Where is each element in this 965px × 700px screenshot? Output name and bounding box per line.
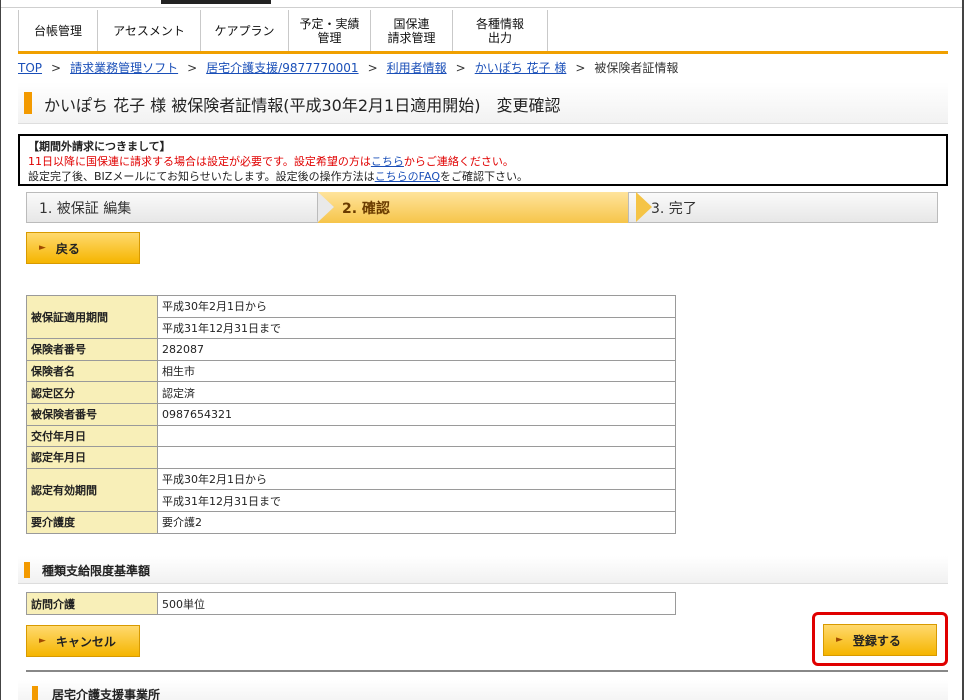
table-row: 保険者名 相生市 <box>26 359 676 383</box>
visit-care-value: 500単位 <box>157 592 676 615</box>
issue-date <box>157 424 676 448</box>
notice-text: をご確認下さい。 <box>440 170 528 183</box>
period-label: 被保証適用期間 <box>26 294 158 340</box>
notice-heading: 【期間外請求につきまして】 <box>28 140 171 153</box>
breadcrumb-sep: > <box>575 61 586 75</box>
valid-period-label: 認定有効期間 <box>26 467 158 512</box>
chevron-right-icon: ► <box>39 243 46 253</box>
section-marker <box>24 562 30 578</box>
insured-no: 0987654321 <box>157 402 676 426</box>
breadcrumb-office[interactable]: 居宅介護支援/9877770001 <box>206 61 358 75</box>
table-row: 被保証適用期間 平成30年2月1日から <box>26 294 676 340</box>
notice-line-1: 11日以降に国保連に請求する場合は設定が必要です。設定希望の方はこちらからご連絡… <box>28 154 938 169</box>
notice-line-2: 設定完了後、BIZメールにてお知らせいたします。設定後の操作方法はこちらのFAQ… <box>28 169 938 184</box>
step-arrow-icon <box>318 192 334 222</box>
insured-no-label: 被保険者番号 <box>26 402 158 426</box>
cancel-button[interactable]: ► キャンセル <box>26 625 140 657</box>
cert-class-label: 認定区分 <box>26 381 158 404</box>
menu-assessment[interactable]: アセスメント <box>98 10 201 51</box>
table-row: 訪問介護 500単位 <box>26 592 676 615</box>
breadcrumb-sep: > <box>51 61 62 75</box>
divider <box>26 670 948 672</box>
insurer-name: 相生市 <box>157 359 676 383</box>
limit-section-title: 種類支給限度基準額 <box>42 564 151 578</box>
period-to: 平成31年12月31日まで <box>157 316 676 340</box>
breadcrumb-current: 被保険者証情報 <box>594 61 679 75</box>
register-button-label: 登録する <box>852 633 901 648</box>
back-button[interactable]: ► 戻る <box>26 232 140 264</box>
insurer-name-label: 保険者名 <box>26 359 158 383</box>
table-row: 認定年月日 <box>26 446 676 469</box>
menu-schedule[interactable]: 予定・実績 管理 <box>289 10 371 51</box>
insurer-no-label: 保険者番号 <box>26 338 158 361</box>
cert-date <box>157 446 676 469</box>
register-button[interactable]: ► 登録する <box>823 624 937 656</box>
step-confirm: 2. 確認 <box>318 192 636 223</box>
table-row: 認定区分 認定済 <box>26 381 676 404</box>
breadcrumb-sep: > <box>455 61 466 75</box>
step-arrow-icon <box>636 192 652 222</box>
breadcrumb-billing-software[interactable]: 請求業務管理ソフト <box>70 61 178 75</box>
notice-text: からご連絡ください。 <box>403 155 514 168</box>
section-marker <box>32 686 38 700</box>
table-row: 認定有効期間 平成30年2月1日から <box>26 467 676 512</box>
page-title: かいぽち 花子 様 被保険者証情報(平成30年2月1日適用開始) 変更確認 <box>44 96 561 115</box>
notice-faq-link[interactable]: こちらのFAQ <box>375 170 440 183</box>
breadcrumb-user-name[interactable]: かいぽち 花子 様 <box>475 61 567 75</box>
menu-output[interactable]: 各種情報 出力 <box>453 10 548 51</box>
office-section-title: 居宅介護支援事業所 <box>52 688 161 700</box>
back-button-label: 戻る <box>55 241 80 256</box>
table-row: 要介護度 要介護2 <box>26 510 676 534</box>
care-level-label: 要介護度 <box>26 510 158 534</box>
visit-care-label: 訪問介護 <box>26 592 158 615</box>
table-row: 交付年月日 <box>26 424 676 448</box>
office-section-header: 居宅介護支援事業所 <box>18 680 948 700</box>
care-level: 要介護2 <box>157 510 676 534</box>
breadcrumb-top[interactable]: TOP <box>18 61 42 75</box>
valid-from: 平成30年2月1日から <box>157 467 676 491</box>
chevron-right-icon: ► <box>836 635 843 645</box>
insurance-info-table: 被保証適用期間 平成30年2月1日から 平成31年12月31日まで 保険者番号 … <box>26 294 676 534</box>
step-indicator: 1. 被保証 編集 2. 確認 3. 完了 <box>26 192 938 223</box>
cert-date-label: 認定年月日 <box>26 446 158 469</box>
main-menu: 台帳管理 アセスメント ケアプラン 予定・実績 管理 国保連 請求管理 各種情報… <box>18 10 948 54</box>
limit-section-header: 種類支給限度基準額 <box>18 556 948 584</box>
notice-contact-link[interactable]: こちら <box>371 155 404 168</box>
period-from: 平成30年2月1日から <box>157 295 676 318</box>
menu-careplan[interactable]: ケアプラン <box>201 10 289 51</box>
valid-to: 平成31年12月31日まで <box>157 489 676 512</box>
breadcrumb-user-info[interactable]: 利用者情報 <box>387 61 447 75</box>
page-title-bar: かいぽち 花子 様 被保険者証情報(平成30年2月1日適用開始) 変更確認 <box>18 82 948 124</box>
table-row: 被保険者番号 0987654321 <box>26 402 676 426</box>
cert-class: 認定済 <box>157 381 676 404</box>
step-edit: 1. 被保証 編集 <box>26 192 326 223</box>
chevron-right-icon: ► <box>39 636 46 646</box>
notice-box: 【期間外請求につきまして】 11日以降に国保連に請求する場合は設定が必要です。設… <box>18 134 948 186</box>
menu-ledger[interactable]: 台帳管理 <box>18 10 98 51</box>
limit-table: 訪問介護 500単位 <box>26 592 676 615</box>
breadcrumb-sep: > <box>187 61 198 75</box>
menu-billing[interactable]: 国保連 請求管理 <box>371 10 453 51</box>
top-strip <box>1 0 962 8</box>
notice-text: 設定完了後、BIZメールにてお知らせいたします。設定後の操作方法は <box>28 170 375 183</box>
breadcrumb: TOP > 請求業務管理ソフト > 居宅介護支援/9877770001 > 利用者情報 > かい… <box>18 59 678 75</box>
notice-text: 11日以降に国保連に請求する場合は設定が必要です。設定希望の方は <box>28 155 371 168</box>
cancel-button-label: キャンセル <box>55 634 116 649</box>
table-row: 保険者番号 282087 <box>26 338 676 361</box>
logo-bar <box>161 0 271 4</box>
step-complete: 3. 完了 <box>628 192 938 223</box>
title-marker <box>24 92 32 114</box>
breadcrumb-sep: > <box>367 61 378 75</box>
issue-date-label: 交付年月日 <box>26 424 158 448</box>
insurer-no: 282087 <box>157 338 676 361</box>
